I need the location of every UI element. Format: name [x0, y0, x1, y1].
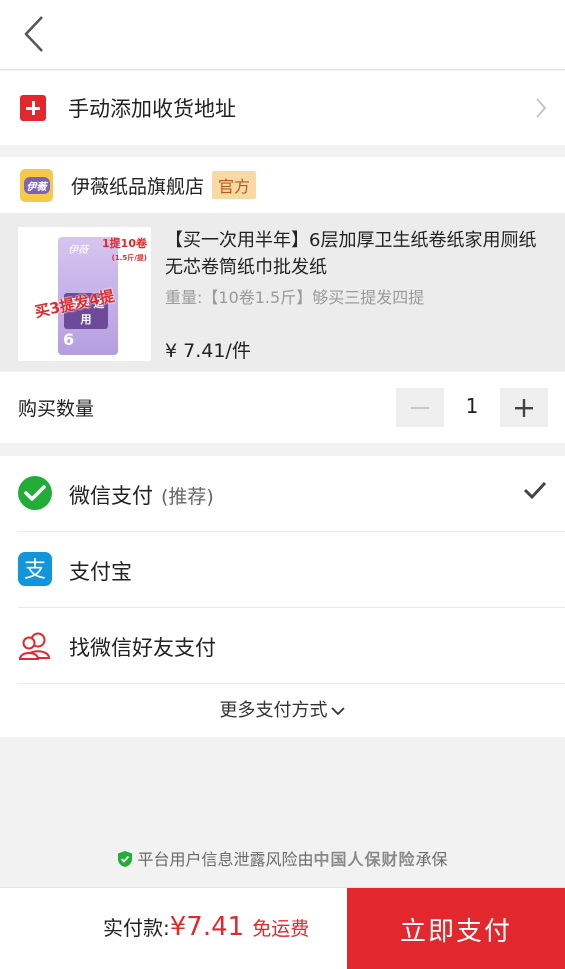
svg-text:支: 支: [24, 558, 46, 583]
payment-option-wechat[interactable]: 微信支付 (推荐): [0, 456, 565, 532]
shield-check-icon: [118, 851, 133, 867]
minus-icon: [411, 406, 429, 409]
top-bar: [0, 0, 565, 70]
alipay-label: 支付宝: [69, 560, 132, 584]
shop-name: 伊薇纸品旗舰店: [71, 175, 205, 198]
increase-quantity-button[interactable]: [500, 388, 548, 427]
package-brand: 伊薇: [68, 245, 88, 256]
alipay-icon: 支: [18, 552, 52, 586]
wechat-pay-label: 微信支付: [69, 484, 153, 508]
product-title: 【买一次用半年】6层加厚卫生纸卷纸家用厕纸无芯卷筒纸巾批发纸: [165, 230, 537, 278]
pay-now-button[interactable]: 立即支付: [347, 888, 565, 969]
more-payment-methods[interactable]: 更多支付方式: [0, 684, 565, 737]
quantity-value[interactable]: 1: [456, 394, 488, 418]
checkout-bar: 实付款:¥7.41 免运费 立即支付: [0, 887, 565, 969]
add-address-label: 手动添加收货地址: [68, 97, 236, 121]
promo-rolls: 1提10卷 (1.5斤/提): [102, 237, 147, 262]
product-image[interactable]: 伊薇 母婴 适用 6 1提10卷 (1.5斤/提) 买3提发4提: [18, 227, 151, 361]
chevron-down-icon: [330, 707, 345, 716]
total-price: 实付款:¥7.41 免运费: [103, 912, 309, 942]
recommended-note: (推荐): [161, 486, 214, 508]
back-button[interactable]: [14, 14, 54, 54]
friend-pay-label: 找微信好友支付: [69, 636, 216, 660]
add-address-row[interactable]: 手动添加收货地址: [0, 71, 565, 145]
shop-header: 伊薇 伊薇纸品旗舰店 官方: [0, 157, 565, 213]
product-spec: 重量:【10卷1.5斤】够买三提发四提: [165, 288, 425, 307]
chevron-right-icon: [536, 98, 547, 118]
plus-icon: [515, 398, 533, 417]
more-payment-label: 更多支付方式: [219, 700, 328, 721]
product-price: ¥ 7.41/件: [165, 340, 251, 362]
quantity-row: 购买数量 1: [0, 372, 565, 443]
friend-pay-icon: [18, 632, 51, 660]
total-amount: ¥7.41: [169, 912, 245, 942]
chevron-left-icon: [24, 16, 43, 52]
official-badge: 官方: [212, 171, 257, 199]
wechat-pay-icon: [18, 476, 52, 510]
total-label: 实付款:: [103, 916, 170, 940]
insurance-note: 平台用户信息泄露风险由中国人保财险承保: [0, 846, 565, 870]
insurer-name: 中国人保财险: [313, 850, 416, 869]
payment-methods: 微信支付 (推荐) 支 支付宝 找微信好友支付 更多支付方式: [0, 456, 565, 737]
shop-logo: 伊薇: [20, 168, 53, 202]
shipping-note: 免运费: [252, 918, 310, 940]
payment-option-friend[interactable]: 找微信好友支付: [0, 608, 565, 684]
check-icon: [523, 481, 547, 500]
decrease-quantity-button[interactable]: [396, 388, 444, 427]
add-icon: [20, 95, 46, 121]
quantity-label: 购买数量: [18, 398, 95, 420]
payment-option-alipay[interactable]: 支 支付宝: [0, 532, 565, 608]
package-layers: 6: [63, 330, 75, 349]
